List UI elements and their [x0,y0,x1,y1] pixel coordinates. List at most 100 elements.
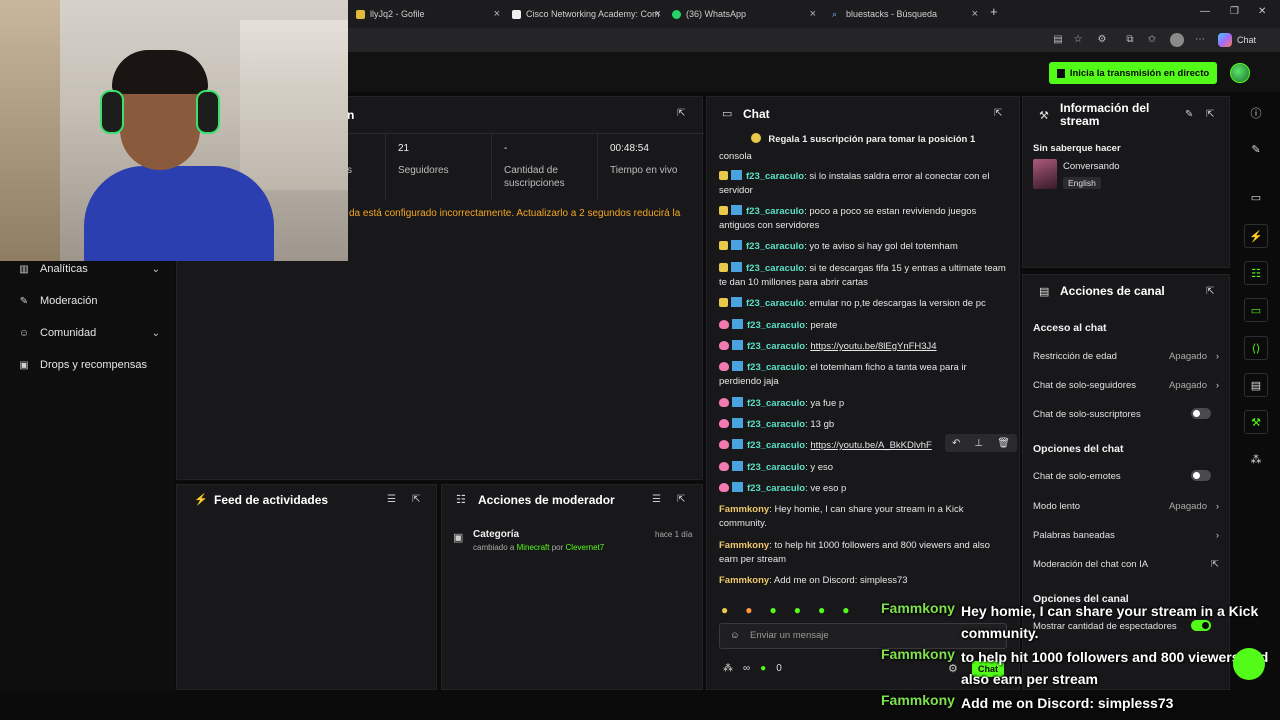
chat-username[interactable]: f23_caraculo [746,206,804,217]
popout-icon[interactable]: ⇱ [994,108,1002,119]
emote-icon[interactable]: ● [818,603,825,617]
popout-icon[interactable]: ⇱ [412,494,420,505]
server-icon[interactable]: ▤ [1244,373,1268,397]
split-icon[interactable]: ⧉ [1124,34,1136,46]
browser-tab-cisco[interactable]: Cisco Networking Academy: Com × [508,4,663,24]
delete-icon[interactable]: 🗑 [997,438,1010,449]
chat-username[interactable]: f23_caraculo [747,440,805,451]
chat-username[interactable]: f23_caraculo [747,462,805,473]
chat-username[interactable]: Fammkony [719,575,769,586]
chat-username[interactable]: Fammkony [719,540,769,551]
pin-icon[interactable]: ⊥ [974,438,983,449]
info-icon[interactable]: ⓘ [1244,102,1268,126]
chat-username[interactable]: f23_caraculo [747,398,805,409]
entry-category[interactable]: Minecraft [517,543,550,552]
chat-link[interactable]: https://youtu.be/8lEgYnFH3J4 [810,341,936,352]
page-icon [512,9,521,19]
slow-mode-row[interactable]: Modo lento Apagado › [1033,501,1219,512]
chat-text: perate [810,320,838,331]
browser-tab-gofile[interactable]: llyJq2 - Gofile × [352,4,502,24]
chat-link[interactable]: https://youtu.be/A_BkKDlvhF [810,440,931,451]
users-icon[interactable]: ⁂ [1244,448,1268,472]
verified-badge-icon [732,461,743,471]
more-icon[interactable]: ⋯ [1194,34,1206,46]
copilot-chat-button[interactable]: Chat [1218,33,1256,47]
chat-username[interactable]: f23_caraculo [747,362,805,373]
emote-icon[interactable]: ● [794,603,801,617]
popout-icon[interactable]: ⇱ [677,108,685,119]
chat-username[interactable]: f23_caraculo [746,298,804,309]
stream-title: Sin saberque hacer [1033,143,1121,154]
gifter-badge-icon [719,419,729,428]
profile-avatar[interactable] [1170,33,1184,47]
browser-tab-whatsapp[interactable]: (36) WhatsApp × [668,4,818,24]
row-value: Apagado [1168,501,1207,512]
sidebar-item-moderation[interactable]: ✎ Moderación [18,295,160,307]
reply-icon[interactable]: ↶ [952,438,960,449]
popout-icon[interactable]: ⇱ [1206,109,1214,120]
reader-icon[interactable]: ▤ [1052,34,1064,46]
edit-icon[interactable]: ✎ [1244,138,1268,162]
code-icon[interactable]: ⟨⟩ [1244,336,1268,360]
emotes-only-toggle[interactable] [1191,470,1211,481]
close-icon[interactable]: × [655,8,661,20]
favorite-icon[interactable]: ☆ [1072,34,1084,46]
chat-message: f23_caraculo: si te descargas fifa 15 y … [719,262,1006,288]
emote-bar: ● ● ● ● ● ● [721,603,850,617]
popout-icon[interactable]: ⇱ [1206,286,1214,297]
lightning-icon[interactable]: ⚡ [1244,224,1268,248]
filter-icon[interactable]: ☰ [652,494,661,505]
close-icon[interactable]: × [972,8,978,20]
edit-icon[interactable]: ✎ [1185,109,1193,120]
chat-username[interactable]: f23_caraculo [747,419,805,430]
chat-username[interactable]: f23_caraculo [746,263,804,274]
chat-username[interactable]: f23_caraculo [746,241,804,252]
filter-icon[interactable]: ☰ [387,494,396,505]
emote-icon[interactable]: ● [842,603,849,617]
wrench-icon[interactable]: ⚒ [1244,410,1268,434]
input-placeholder: Enviar un mensaje [750,630,829,641]
age-restriction-row[interactable]: Restricción de edad Apagado › [1033,351,1219,362]
emote-icon[interactable]: ● [721,603,728,617]
chat-username[interactable]: f23_caraculo [747,320,805,331]
new-tab-button[interactable]: + [990,4,998,19]
chat-username[interactable]: f23_caraculo [747,483,805,494]
sidebar-item-drops[interactable]: ▣ Drops y recompensas [18,359,160,371]
chat-text: yo te aviso si hay gol del totemham [809,241,958,252]
subs-only-toggle[interactable] [1191,408,1211,419]
search-icon: ⌕ [832,8,838,19]
settings-gear-icon[interactable]: ⚙ [948,662,958,675]
close-icon[interactable]: × [810,8,816,20]
emoji-icon[interactable]: ☺ [730,624,740,648]
pinned-banner[interactable]: Regala 1 suscripción para tomar la posic… [707,133,1019,151]
go-live-button[interactable]: Inicia la transmisión en directo [1049,62,1217,84]
list-icon[interactable]: ☷ [1244,261,1268,285]
extension-icon[interactable]: ⚙ [1096,34,1108,46]
pinned-text: Regala 1 suscripción para tomar la posic… [768,134,976,145]
chat-username[interactable]: f23_caraculo [746,171,804,182]
close-icon[interactable]: × [494,8,500,20]
popout-icon[interactable]: ⇱ [677,494,685,505]
entry-user[interactable]: Clevernet7 [566,543,605,552]
user-avatar[interactable] [1230,63,1250,83]
chat-username[interactable]: Fammkony [719,504,769,515]
minimize-icon[interactable]: — [1200,6,1210,17]
chat-text: 13 gb [810,419,835,430]
emote-icon[interactable]: ● [770,603,777,617]
chat-message: f23_caraculo: yo te aviso si hay gol del… [719,240,1009,254]
ai-moderation-row[interactable]: Moderación del chat con IA ⇱ [1033,559,1219,570]
chat-username[interactable]: f23_caraculo [747,341,805,352]
layout-icon[interactable]: ▭ [1244,186,1268,210]
chat-icon[interactable]: ▭ [1244,298,1268,322]
emote-icon[interactable]: ● [745,603,752,617]
sidebar-item-community[interactable]: ☺ Comunidad ⌄ [18,327,160,339]
close-window-icon[interactable]: ✕ [1258,6,1266,17]
followers-only-row[interactable]: Chat de solo-seguidores Apagado › [1033,380,1219,391]
sidebar-item-analytics[interactable]: ▥ Analíticas ⌄ [18,263,160,275]
browser-tab-search[interactable]: ⌕ bluestacks - Búsqueda × [828,4,980,24]
panel-title: Acciones de canal [1060,284,1165,298]
maximize-icon[interactable]: ❐ [1230,6,1239,17]
banned-words-row[interactable]: Palabras baneadas › [1033,530,1219,541]
collections-icon[interactable]: ✩ [1146,34,1158,46]
uptime-label: Tiempo en vivo [610,165,678,176]
